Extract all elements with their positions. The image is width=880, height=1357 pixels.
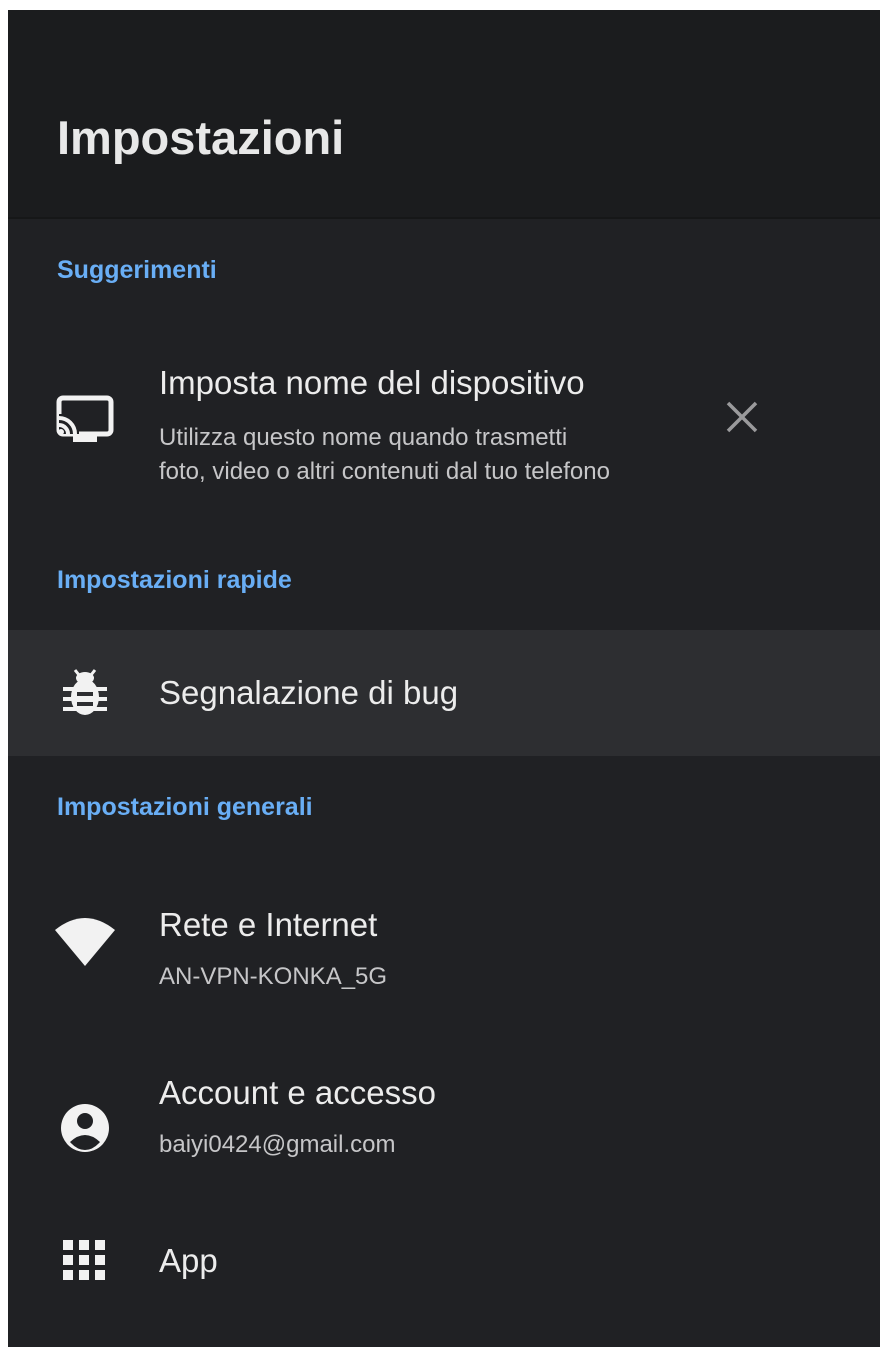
suggestion-subtitle-line2: foto, video o altri contenuti dal tuo te… [159, 458, 610, 485]
account-icon [53, 1096, 117, 1160]
settings-panel: Impostazioni Suggerimenti Imposta nome d… [8, 10, 880, 1347]
item-bug-report[interactable]: Segnalazione di bug [8, 630, 880, 756]
account-subtitle: baiyi0424@gmail.com [159, 1131, 396, 1158]
header: Impostazioni [8, 10, 880, 219]
account-title: Account e accesso [159, 1074, 436, 1111]
section-title-general: Impostazioni generali [57, 793, 313, 821]
item-network-internet[interactable]: Rete e Internet AN-VPN-KONKA_5G [8, 890, 880, 1020]
cast-icon [53, 388, 117, 452]
apps-grid-icon [53, 1228, 117, 1292]
wifi-icon [53, 908, 117, 972]
bug-report-label: Segnalazione di bug [159, 674, 459, 711]
item-apps[interactable]: App [8, 1218, 880, 1318]
network-title: Rete e Internet [159, 906, 378, 943]
network-subtitle: AN-VPN-KONKA_5G [159, 963, 388, 990]
page-title: Impostazioni [57, 111, 345, 164]
item-account-access[interactable]: Account e accesso baiyi0424@gmail.com [8, 1058, 880, 1188]
suggestion-title: Imposta nome del dispositivo [159, 364, 585, 401]
section-title-suggestions: Suggerimenti [57, 256, 217, 284]
suggestion-device-name[interactable]: Imposta nome del dispositivo Utilizza qu… [8, 348, 880, 498]
bug-icon [53, 661, 117, 725]
section-title-quick: Impostazioni rapide [57, 566, 292, 594]
suggestion-subtitle-line1: Utilizza questo nome quando trasmetti [159, 424, 568, 451]
apps-title: App [159, 1242, 218, 1279]
close-icon[interactable] [720, 395, 764, 439]
